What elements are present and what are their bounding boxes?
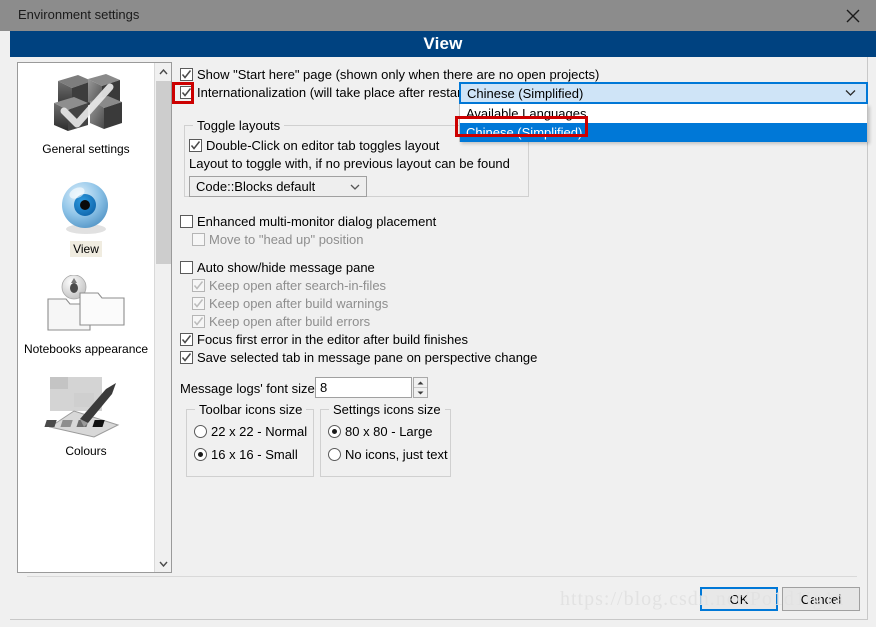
auto-show-hide-label: Auto show/hide message pane [197,260,375,275]
chevron-down-icon [350,184,360,190]
save-selected-tab-label: Save selected tab in message pane on per… [197,350,538,365]
keep-open-errors-checkbox [192,315,205,328]
settings-icons-large-radio[interactable] [328,425,341,438]
keep-open-search-checkbox [192,279,205,292]
sidebar-item-notebooks-appearance[interactable]: Notebooks appearance [18,257,154,357]
settings-icons-size-group: Settings icons size [320,402,451,477]
close-icon[interactable] [830,0,876,31]
settings-icons-none-row[interactable]: No icons, just text [328,447,448,462]
toolbar-icons-normal-row[interactable]: 22 x 22 - Normal [194,424,307,439]
settings-icons-none-label: No icons, just text [345,447,448,462]
auto-show-hide-row[interactable]: Auto show/hide message pane [180,260,375,275]
paint-palette-icon [44,377,120,438]
sidebar-item-label: General settings [42,142,130,156]
sidebar-item-general-settings[interactable]: General settings [18,63,154,157]
keep-open-warnings-checkbox [192,297,205,310]
settings-category-sidebar: General settings View Notebooks appearan… [17,62,172,573]
settings-icons-large-label: 80 x 80 - Large [345,424,433,439]
title-bar: Environment settings [0,0,876,31]
keep-open-search-row: Keep open after search-in-files [192,278,386,293]
toolbar-icons-small-label: 16 x 16 - Small [211,447,298,462]
show-start-here-row[interactable]: Show "Start here" page (shown only when … [180,67,599,82]
internationalization-checkbox[interactable] [180,86,193,99]
enhanced-multimonitor-row[interactable]: Enhanced multi-monitor dialog placement [180,214,436,229]
double-click-toggle-checkbox[interactable] [189,139,202,152]
keep-open-errors-row: Keep open after build errors [192,314,370,329]
enhanced-multimonitor-checkbox[interactable] [180,215,193,228]
move-headup-row: Move to "head up" position [192,232,364,247]
chevron-down-icon [845,90,856,97]
move-headup-label: Move to "head up" position [209,232,364,247]
sidebar-item-label: Notebooks appearance [23,342,149,356]
language-dropdown-list[interactable]: Available Languages Chinese (Simplified) [459,104,868,142]
spinner-down-icon[interactable] [414,387,427,397]
layout-combo[interactable]: Code::Blocks default [189,176,367,197]
spinner-up-icon[interactable] [414,378,427,387]
enhanced-multimonitor-label: Enhanced multi-monitor dialog placement [197,214,437,229]
toolbar-icons-small-row[interactable]: 16 x 16 - Small [194,447,298,462]
toolbar-icons-normal-radio[interactable] [194,425,207,438]
keep-open-errors-label: Keep open after build errors [209,314,371,329]
focus-first-error-row[interactable]: Focus first error in the editor after bu… [180,332,468,347]
page-title: View [423,34,463,53]
cubes-check-icon [54,74,122,131]
dropdown-item-label: Chinese (Simplified) [466,125,583,140]
double-click-toggle-row[interactable]: Double-Click on editor tab toggles layou… [189,138,439,153]
sidebar-item-label: Colours [65,444,107,458]
keep-open-warnings-label: Keep open after build warnings [209,296,389,311]
toolbar-icons-size-title: Toolbar icons size [195,402,307,417]
blue-eye-icon [62,182,108,234]
dropdown-item-chinese-simplified[interactable]: Chinese (Simplified) [460,123,867,142]
sidebar-list: General settings View Notebooks appearan… [18,63,154,572]
internationalization-row[interactable]: Internationalization (will take place af… [180,85,469,100]
settings-icons-size-title: Settings icons size [329,402,445,417]
layout-combo-value: Code::Blocks default [196,179,316,194]
toolbar-icons-normal-label: 22 x 22 - Normal [211,424,308,439]
toolbar-icons-small-radio[interactable] [194,448,207,461]
font-size-input[interactable]: 8 [315,377,412,398]
move-headup-checkbox [192,233,205,246]
keep-open-warnings-row: Keep open after build warnings [192,296,388,311]
environment-settings-dialog: Environment settings View General settin… [0,0,876,627]
show-start-here-label: Show "Start here" page (shown only when … [197,67,600,82]
font-size-value: 8 [320,380,328,395]
save-selected-tab-checkbox[interactable] [180,351,193,364]
chevron-up-icon[interactable] [155,63,171,80]
sidebar-scrollbar[interactable] [154,63,171,572]
language-combo-value: Chinese (Simplified) [467,85,584,101]
footer-separator [27,576,857,577]
double-click-toggle-label: Double-Click on editor tab toggles layou… [206,138,440,153]
scrollbar-thumb[interactable] [156,81,171,264]
save-selected-tab-row[interactable]: Save selected tab in message pane on per… [180,350,537,365]
sidebar-item-colours[interactable]: Colours [18,357,154,459]
page-header: View [10,31,876,57]
toolbar-icons-size-group: Toolbar icons size [186,402,314,477]
dropdown-item-available-languages[interactable]: Available Languages [460,104,867,123]
keep-open-search-label: Keep open after search-in-files [209,278,387,293]
folders-icon [47,275,125,331]
show-start-here-checkbox[interactable] [180,68,193,81]
internationalization-label: Internationalization (will take place af… [197,85,470,100]
dropdown-item-label: Available Languages [466,106,587,121]
font-size-stepper[interactable] [413,377,428,398]
settings-icons-large-row[interactable]: 80 x 80 - Large [328,424,432,439]
auto-show-hide-checkbox[interactable] [180,261,193,274]
sidebar-item-view[interactable]: View [18,157,154,257]
font-size-label: Message logs' font size: [180,381,319,396]
chevron-down-icon[interactable] [155,555,171,572]
settings-icons-none-radio[interactable] [328,448,341,461]
window-title: Environment settings [18,7,140,22]
language-combo[interactable]: Chinese (Simplified) [459,82,868,104]
watermark: https://blog.csdn.net/Po1d1ig1a [560,588,845,610]
toggle-layouts-title: Toggle layouts [193,118,285,133]
sidebar-item-label: View [70,241,102,257]
focus-first-error-label: Focus first error in the editor after bu… [197,332,468,347]
focus-first-error-checkbox[interactable] [180,333,193,346]
layout-hint-text: Layout to toggle with, if no previous la… [189,156,510,171]
